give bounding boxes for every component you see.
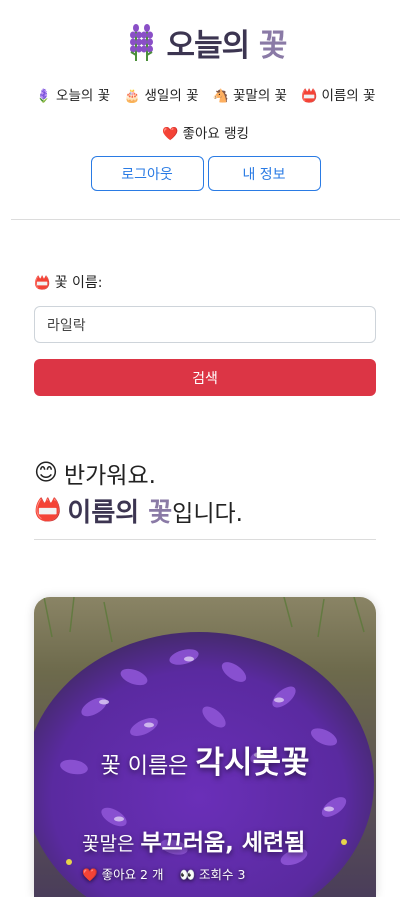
cake-icon: 🎂 [124, 89, 141, 104]
logout-button[interactable]: 로그아웃 [90, 156, 204, 191]
welcome-greeting: 😊 반가워요. [34, 456, 376, 490]
views-text: 조회수 3 [199, 867, 246, 882]
name-badge-icon: 📛 [34, 498, 62, 523]
nav-label: 생일의 꽃 [144, 88, 199, 104]
card-meaning: 부끄러움, 세련됨 [140, 830, 306, 856]
header: 오늘의 꽃 🪻 오늘의 꽃 🎂 생일의 꽃 🐴 꽃말의 꽃 📛 이름의 꽃 ❤️… [0, 0, 411, 191]
welcome-section: 😊 반가워요. 📛 이름의 꽃입니다. [34, 456, 376, 540]
card-name: 각시붓꽃 [195, 745, 310, 781]
nav-label: 오늘의 꽃 [56, 88, 111, 104]
header-divider [11, 219, 400, 220]
nav-meaning-flower[interactable]: 🐴 꽃말의 꽃 [213, 84, 287, 104]
greeting-text: 반가워요. [63, 463, 156, 489]
card-stats: ❤️ 좋아요 2 개 👀 조회수 3 [82, 864, 245, 883]
page-title-light: 꽃 [148, 498, 173, 528]
name-badge-icon: 📛 [300, 89, 318, 104]
card-meaning-prefix: 꽃말은 [82, 833, 135, 855]
site-title-light: 꽃 [258, 27, 288, 64]
nav-label: 좋아요 랭킹 [182, 126, 249, 142]
site-title-dark: 오늘의 [166, 27, 251, 64]
search-label: 📛 꽃 이름: [34, 272, 376, 292]
nav-birthday-flower[interactable]: 🎂 생일의 꽃 [124, 84, 198, 104]
nav-name-flower[interactable]: 📛 이름의 꽃 [301, 84, 375, 104]
search-button[interactable]: 검색 [34, 359, 376, 396]
main-nav: 🪻 오늘의 꽃 🎂 생일의 꽃 🐴 꽃말의 꽃 📛 이름의 꽃 ❤️ 좋아요 랭… [0, 84, 411, 142]
nav-like-ranking[interactable]: ❤️ 좋아요 랭킹 [162, 126, 249, 142]
likes-count[interactable]: ❤️ 좋아요 2 개 [82, 864, 163, 883]
heart-icon: ❤️ [82, 867, 98, 882]
flower-name-input[interactable] [34, 306, 376, 343]
card-flower-meaning: 꽃말은 부끄러움, 세련됨 [82, 823, 305, 857]
eyes-icon: 👀 [179, 867, 196, 882]
nav-label: 이름의 꽃 [321, 88, 376, 104]
nav-label: 꽃말의 꽃 [232, 88, 287, 104]
flower-card[interactable]: 꽃 이름은 각시붓꽃 꽃말은 부끄러움, 세련됨 ❤️ 좋아요 2 개 👀 조회… [34, 597, 376, 897]
my-info-button[interactable]: 내 정보 [207, 156, 321, 191]
card-flower-name: 꽃 이름은 각시붓꽃 [34, 737, 376, 782]
horse-icon: 🐴 [212, 89, 229, 104]
lavender-icon: 🪻 [35, 89, 52, 104]
smile-icon: 😊 [34, 460, 58, 486]
views-count: 👀 조회수 3 [179, 864, 245, 883]
nav-row2: ❤️ 좋아요 랭킹 [10, 122, 401, 142]
likes-text: 좋아요 2 개 [101, 867, 164, 882]
lavender-icon [129, 24, 153, 61]
search-label-text: 꽃 이름: [54, 275, 103, 291]
card-name-prefix: 꽃 이름은 [100, 754, 189, 779]
heart-icon: ❤️ [162, 127, 179, 142]
page-title: 📛 이름의 꽃입니다. [34, 492, 376, 529]
page-title-dark: 이름의 [67, 498, 140, 528]
logo[interactable]: 오늘의 꽃 [0, 20, 411, 64]
auth-buttons: 로그아웃 내 정보 [0, 156, 411, 191]
page-title-suffix: 입니다. [172, 501, 243, 527]
nav-today-flower[interactable]: 🪻 오늘의 꽃 [36, 84, 110, 104]
search-form: 📛 꽃 이름: 검색 [34, 272, 376, 396]
name-badge-icon: 📛 [34, 276, 51, 291]
site-title: 오늘의 꽃 [166, 20, 288, 65]
welcome-divider [34, 539, 376, 540]
